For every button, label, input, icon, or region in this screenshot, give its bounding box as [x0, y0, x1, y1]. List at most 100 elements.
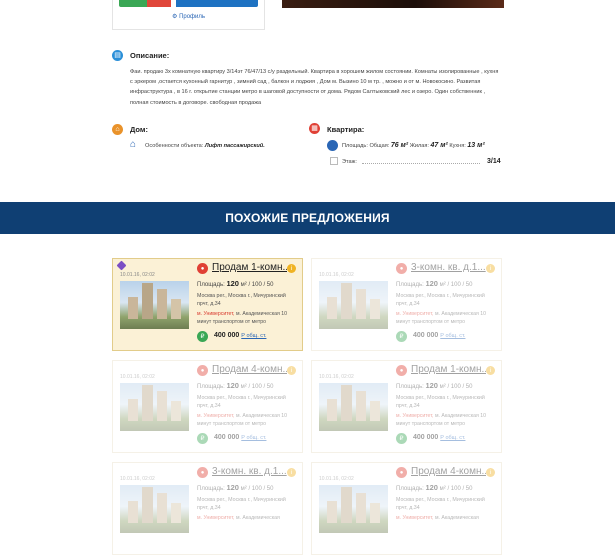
card-price-unit[interactable]: Р общ. ст.	[440, 333, 465, 339]
card-area: Площадь: 120 м² / 100 / 50	[197, 381, 273, 390]
flat-icon: ▦	[309, 123, 320, 134]
call-button[interactable]	[119, 0, 147, 7]
premium-badge-icon	[116, 260, 127, 271]
house-feature-value: Лифт пассажирский.	[204, 143, 265, 149]
price-icon: ₽	[396, 433, 407, 444]
similar-card[interactable]: 10.01.16, 02:02 ● 3-комн. кв. д.1... i Площа…	[112, 462, 303, 555]
card-title[interactable]: Продам 1-комн...	[212, 262, 287, 273]
card-area-value: 120	[425, 279, 438, 288]
similar-card[interactable]: 10.01.16, 02:02 ● Продам 1-комн... i Площадь…	[311, 360, 502, 453]
card-address: Москва рег., Москва г., Мичуринский прчт…	[197, 293, 286, 307]
building-image	[128, 501, 138, 523]
card-photo[interactable]	[319, 485, 388, 533]
building-image	[142, 487, 153, 523]
description-text: Фаи. продаю 3х комнатную квартиру 3/14эт…	[130, 69, 499, 106]
flat-title: Квартира:	[327, 125, 365, 134]
building-image	[157, 493, 167, 523]
similar-card[interactable]: 10.01.16, 02:02 ● 3-комн. кв. д.1... i Площа…	[311, 258, 502, 351]
house-feature-label: Особенности объекта:	[145, 143, 204, 149]
card-area-label: Площадь:	[197, 384, 225, 390]
similar-card[interactable]: 10.01.16, 02:02 ● Продам 4-комн... i Площадь…	[112, 360, 303, 453]
card-price-unit[interactable]: Р общ. ст.	[440, 435, 465, 441]
card-area-rest: м² / 100 / 50	[439, 282, 473, 288]
card-metro: м. Университет, м. Академическая 10 мину…	[396, 412, 496, 428]
card-photo[interactable]	[120, 383, 189, 431]
card-metro: м. Университет, м. Академическая	[396, 514, 496, 522]
card-photo[interactable]	[319, 281, 388, 329]
building-image	[370, 299, 380, 319]
building-image	[327, 501, 337, 523]
house-title: Дом:	[130, 125, 148, 134]
card-area-value: 120	[226, 279, 239, 288]
card-date: 10.01.16, 02:02	[319, 272, 354, 278]
area-kitchen: 13 м²	[467, 142, 485, 149]
info-icon[interactable]: i	[486, 264, 495, 273]
info-icon[interactable]: i	[287, 366, 296, 375]
card-title[interactable]: Продам 4-комн...	[212, 364, 287, 375]
profile-link[interactable]: ⚙ Профиль	[172, 13, 205, 20]
card-price-unit[interactable]: Р общ. ст.	[241, 435, 266, 441]
flat-area: Площадь: Общая: 76 м² Жилая: 47 м² Кухня…	[342, 142, 485, 149]
building-image	[128, 297, 138, 319]
location-pin-icon: ●	[197, 365, 208, 376]
card-area-rest: м² / 100 / 50	[240, 384, 274, 390]
house-feature: Особенности объекта: Лифт пассажирский.	[145, 143, 265, 149]
similar-card[interactable]: 10.01.16, 02:02 ● Продам 1-комн... i Площадь…	[112, 258, 303, 351]
card-area-rest: м² / 100 / 50	[240, 486, 274, 492]
card-title[interactable]: 3-комн. кв. д.1...	[212, 466, 287, 477]
card-price-value: 400 000	[413, 332, 439, 339]
profile-icon: ⚙	[172, 14, 178, 20]
description-title: Описание:	[130, 51, 170, 60]
info-icon[interactable]: i	[486, 366, 495, 375]
card-price-unit[interactable]: Р общ. ст.	[241, 333, 266, 339]
area-total-label: Площадь: Общая:	[342, 143, 390, 149]
card-metro: м. Университет, м. Академическая 10 мину…	[197, 412, 297, 428]
building-image	[356, 391, 366, 421]
building-image	[157, 289, 167, 319]
message-button[interactable]	[176, 0, 258, 7]
location-pin-icon: ●	[197, 467, 208, 478]
card-metro-label: м. Университет,	[396, 413, 434, 419]
card-photo[interactable]	[319, 383, 388, 431]
building-image	[370, 401, 380, 421]
area-kitchen-label: Кухня:	[449, 143, 466, 149]
building-image	[356, 493, 366, 523]
card-area: Площадь: 120 м² / 100 / 50	[396, 381, 472, 390]
similar-card[interactable]: 10.01.16, 02:02 ● Продам 4-комн... i Площадь…	[311, 462, 502, 555]
info-icon[interactable]: i	[486, 468, 495, 477]
price-icon: ₽	[197, 433, 208, 444]
card-area-rest: м² / 100 / 50	[439, 486, 473, 492]
card-area-rest: м² / 100 / 50	[240, 282, 274, 288]
building-image	[171, 401, 181, 421]
card-area: Площадь: 120 м² / 100 / 50	[197, 279, 273, 288]
card-title[interactable]: Продам 4-комн...	[411, 466, 486, 477]
listing-photo[interactable]	[282, 0, 504, 8]
card-address: Москва рег., Москва г., Мичуринский прчт…	[396, 395, 485, 409]
building-image	[327, 399, 337, 421]
card-title[interactable]: Продам 1-комн...	[411, 364, 486, 375]
info-icon[interactable]: i	[287, 468, 296, 477]
card-metro: м. Университет, м. Академическая 10 мину…	[396, 310, 496, 326]
card-area-value: 120	[425, 381, 438, 390]
location-pin-icon: ●	[396, 263, 407, 274]
card-photo[interactable]	[120, 281, 189, 329]
card-area-label: Площадь:	[197, 486, 225, 492]
card-area: Площадь: 120 м² / 100 / 50	[396, 279, 472, 288]
card-title[interactable]: 3-комн. кв. д.1...	[411, 262, 486, 273]
floor-value: 3/14	[487, 158, 501, 165]
price-icon: ₽	[396, 331, 407, 342]
card-photo[interactable]	[120, 485, 189, 533]
card-price-value: 400 000	[214, 332, 240, 339]
card-address: Москва рег., Москва г., Мичуринский прчт…	[396, 293, 485, 307]
floor-icon	[330, 157, 338, 165]
document-icon: ▤	[112, 50, 123, 61]
card-area-value: 120	[226, 483, 239, 492]
location-pin-icon: ●	[396, 365, 407, 376]
card-address: Москва рег., Москва г., Мичуринский прчт…	[197, 497, 286, 511]
info-icon[interactable]: i	[287, 264, 296, 273]
favorite-button[interactable]	[147, 0, 171, 7]
card-metro-label: м. Университет,	[197, 515, 235, 521]
similar-offers-heading: ПОХОЖИЕ ПРЕДЛОЖЕНИЯ	[0, 202, 615, 234]
building-image	[356, 289, 366, 319]
building-image	[341, 385, 352, 421]
